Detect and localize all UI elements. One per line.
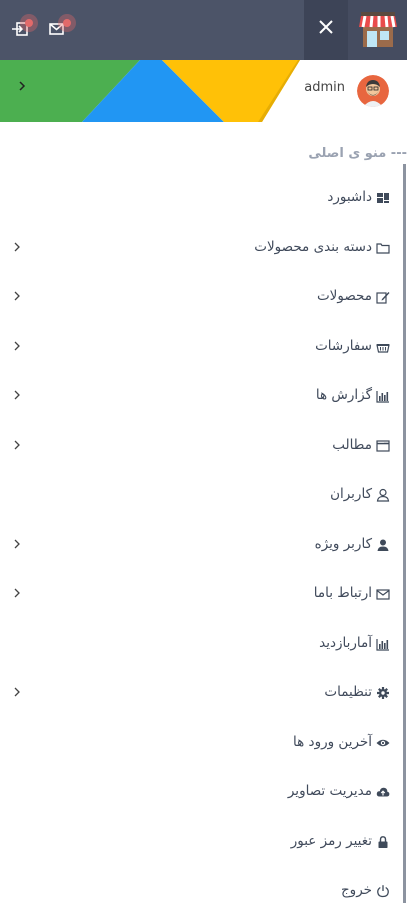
sidebar-item-reports[interactable]: گزارش ها xyxy=(0,372,407,422)
window-icon xyxy=(376,439,390,452)
messages-button[interactable] xyxy=(46,14,76,44)
close-icon xyxy=(319,20,333,34)
edit-icon xyxy=(376,292,390,304)
folder-icon xyxy=(376,242,390,254)
power-icon xyxy=(377,885,389,898)
basket-icon xyxy=(376,343,390,353)
chevron-right-icon xyxy=(14,588,20,598)
sidebar-item-dashboard[interactable]: داشبورد xyxy=(0,174,407,224)
sidebar-item-label: گزارش ها xyxy=(315,387,372,403)
user-outline-icon xyxy=(376,488,390,502)
sidebar-item-label: خروج xyxy=(340,882,372,898)
store-logo-icon xyxy=(359,12,397,47)
gear-icon xyxy=(377,687,389,699)
sidebar-item-label: آماربازدید xyxy=(319,634,372,651)
chevron-right-icon xyxy=(14,242,20,251)
chevron-right-icon xyxy=(14,390,20,400)
sidebar-item-settings[interactable]: تنظیمات xyxy=(0,669,407,719)
notification-badge xyxy=(20,14,38,32)
avatar[interactable] xyxy=(357,75,389,107)
chevron-right-icon xyxy=(14,341,20,350)
chevron-right-icon xyxy=(14,687,20,697)
sidebar-item-label: دسته بندی محصولات xyxy=(254,238,372,255)
chevron-right-icon xyxy=(14,539,20,548)
sidebar-item-change-password[interactable]: تغییر رمز عبور xyxy=(0,818,407,868)
sidebar-scrollbar[interactable] xyxy=(403,164,406,903)
chevron-right-icon xyxy=(14,440,20,449)
notification-badge xyxy=(58,14,76,32)
store-logo[interactable] xyxy=(348,0,407,60)
sidebar-item-label: آخرین ورود ها xyxy=(293,733,372,750)
sidebar-item-label: تغییر رمز عبور xyxy=(290,832,372,849)
sidebar-item-statistics[interactable]: آماربازدید xyxy=(0,620,407,670)
bar-chart-icon xyxy=(376,638,389,651)
eye-icon xyxy=(376,739,390,746)
sidebar-item-label: سفارشات xyxy=(315,337,372,354)
sidebar-item-contact[interactable]: ارتباط باما xyxy=(0,570,407,620)
chevron-left-icon xyxy=(19,81,26,91)
sidebar-item-label: مدیریت تصاویر xyxy=(287,783,372,799)
sidebar-item-users[interactable]: کاربران xyxy=(0,471,407,521)
logout-button[interactable] xyxy=(8,14,38,44)
profile-banner: admin xyxy=(0,60,407,122)
sidebar-item-label: ارتباط باما xyxy=(313,585,372,601)
lock-icon xyxy=(378,835,388,848)
sidebar-item-orders[interactable]: سفارشات xyxy=(0,323,407,373)
banner-background xyxy=(0,60,300,122)
sidebar-item-label: تنظیمات xyxy=(324,684,372,700)
dashboard-icon xyxy=(377,193,389,203)
bar-chart-icon xyxy=(376,391,389,403)
sidebar-item-categories[interactable]: دسته بندی محصولات xyxy=(0,224,407,274)
avatar-icon xyxy=(357,75,389,107)
sidebar-item-label: کاربر ویژه xyxy=(314,535,372,552)
chevron-right-icon xyxy=(14,291,20,301)
sidebar-item-special-user[interactable]: کاربر ویژه xyxy=(0,521,407,571)
user-icon xyxy=(377,539,389,551)
username[interactable]: admin xyxy=(304,80,345,95)
close-sidebar-button[interactable] xyxy=(304,0,348,60)
menu-header: --- منو ی اصلی xyxy=(308,146,407,161)
sidebar-item-label: داشبورد xyxy=(327,189,372,205)
sidebar-item-products[interactable]: محصولات xyxy=(0,273,407,323)
sidebar-item-image-manager[interactable]: مدیریت تصاویر xyxy=(0,768,407,818)
sidebar-item-posts[interactable]: مطالب xyxy=(0,422,407,472)
sidebar-item-last-logins[interactable]: آخرین ورود ها xyxy=(0,719,407,769)
sidebar-item-label: مطالب xyxy=(332,436,372,453)
sidebar-menu: داشبورد دسته بندی محصولات محصولات سفارشا… xyxy=(0,174,407,903)
sidebar-item-label: محصولات xyxy=(316,288,372,304)
sidebar-item-logout[interactable]: خروج xyxy=(0,867,407,903)
envelope-icon xyxy=(376,589,390,600)
sidebar-item-label: کاربران xyxy=(330,486,372,502)
top-bar xyxy=(0,0,407,60)
cloud-upload-icon xyxy=(376,787,390,797)
